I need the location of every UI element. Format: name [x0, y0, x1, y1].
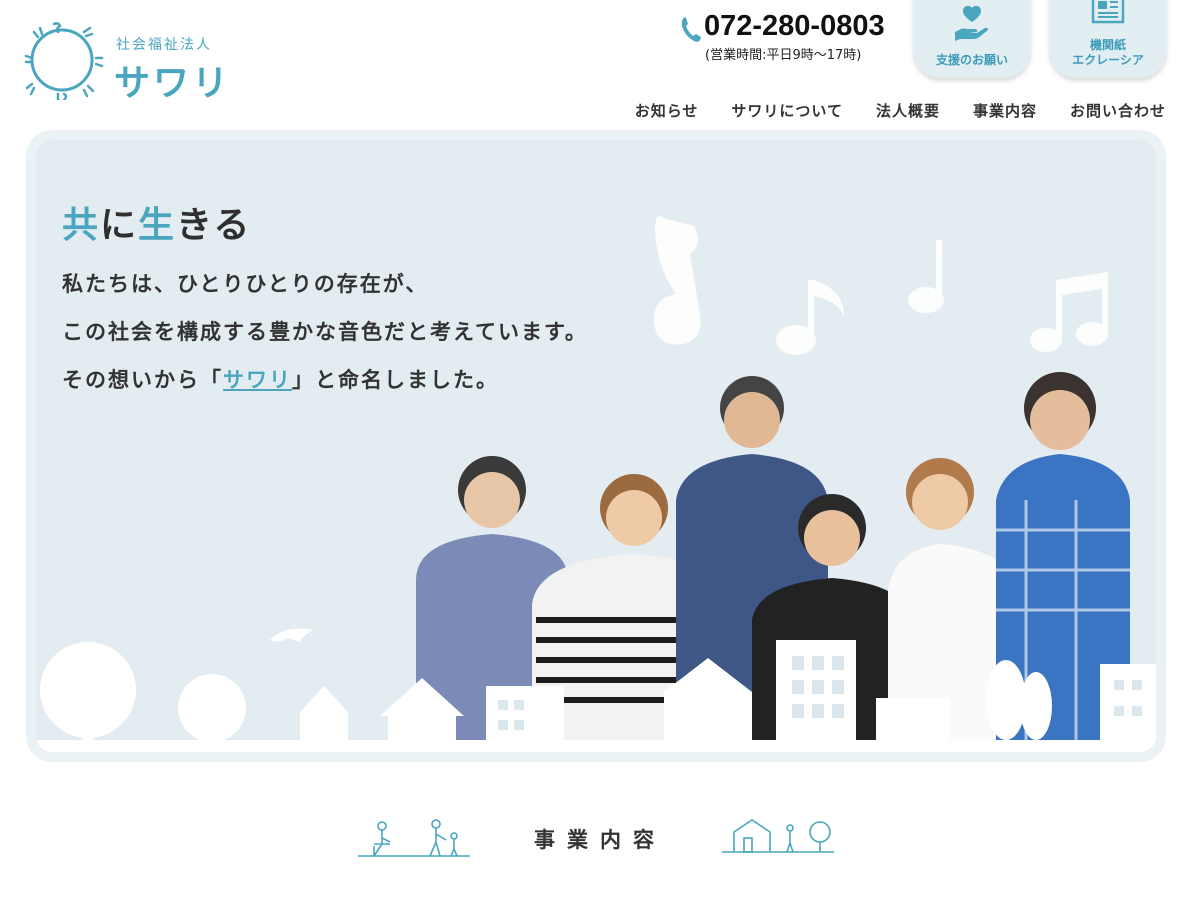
newsletter-label: 機関紙 エクレーシア [1049, 38, 1167, 68]
business-hours: (営業時間:平日9時〜17時) [705, 48, 862, 63]
nav-item-news[interactable]: お知らせ [602, 100, 699, 121]
sawari-link[interactable]: サワリ [223, 368, 292, 392]
hero-text-line3-after: 」と命名しました。 [292, 368, 499, 392]
newsletter-button[interactable]: 機関紙 エクレーシア [1049, 0, 1167, 78]
hero-title-part4: きる [176, 205, 252, 246]
newsletter-label-line1: 機関紙 [1089, 38, 1126, 52]
newsletter-label-line2: エクレーシア [1072, 53, 1144, 67]
hero-title-part3: 生 [138, 205, 177, 246]
support-request-button[interactable]: 支援のお願い [913, 0, 1031, 78]
main-nav: お知らせ サワリについて 法人概要 事業内容 お問い合わせ [602, 100, 1166, 121]
town-illustration-icon [722, 819, 834, 853]
support-request-label: 支援のお願い [935, 53, 1008, 67]
logo-circle-icon [24, 22, 104, 100]
hero-text-line3-before: その想いから「 [62, 368, 223, 392]
nav-item-corporate-overview[interactable]: 法人概要 [843, 100, 940, 121]
section-title-services: 事業内容 [534, 828, 666, 852]
hero-title-part1: 共 [62, 205, 101, 246]
hero-banner: 共に生きる 私たちは、ひとりひとりの存在が、 この社会を構成する豊かな音色だと考… [26, 130, 1166, 762]
phone-number: 072-280-0803 [704, 10, 885, 42]
hero-title-part2: に [100, 205, 139, 246]
nav-item-contact[interactable]: お問い合わせ [1037, 100, 1166, 121]
music-notes-icon [653, 216, 1108, 355]
logo-subtitle: 社会福祉法人 [116, 37, 212, 53]
nav-item-services[interactable]: 事業内容 [940, 100, 1037, 121]
site-logo[interactable]: 社会福祉法人 サワリ [24, 20, 234, 104]
nav-item-about[interactable]: サワリについて [698, 100, 843, 121]
phone-icon [681, 17, 701, 42]
newspaper-icon [1091, 0, 1125, 24]
hero-text-line2: この社会を構成する豊かな音色だと考えています。 [62, 320, 588, 344]
logo-name: サワリ [114, 63, 232, 104]
heart-hand-icon [955, 5, 988, 41]
hero-title: 共に生きる [62, 196, 251, 248]
hero-text-line3: その想いから「サワリ」と命名しました。 [62, 364, 499, 394]
phone-contact[interactable]: 072-280-0803 (営業時間:平日9時〜17時) [680, 10, 900, 66]
hero-text-line1: 私たちは、ひとりひとりの存在が、 [62, 272, 429, 296]
